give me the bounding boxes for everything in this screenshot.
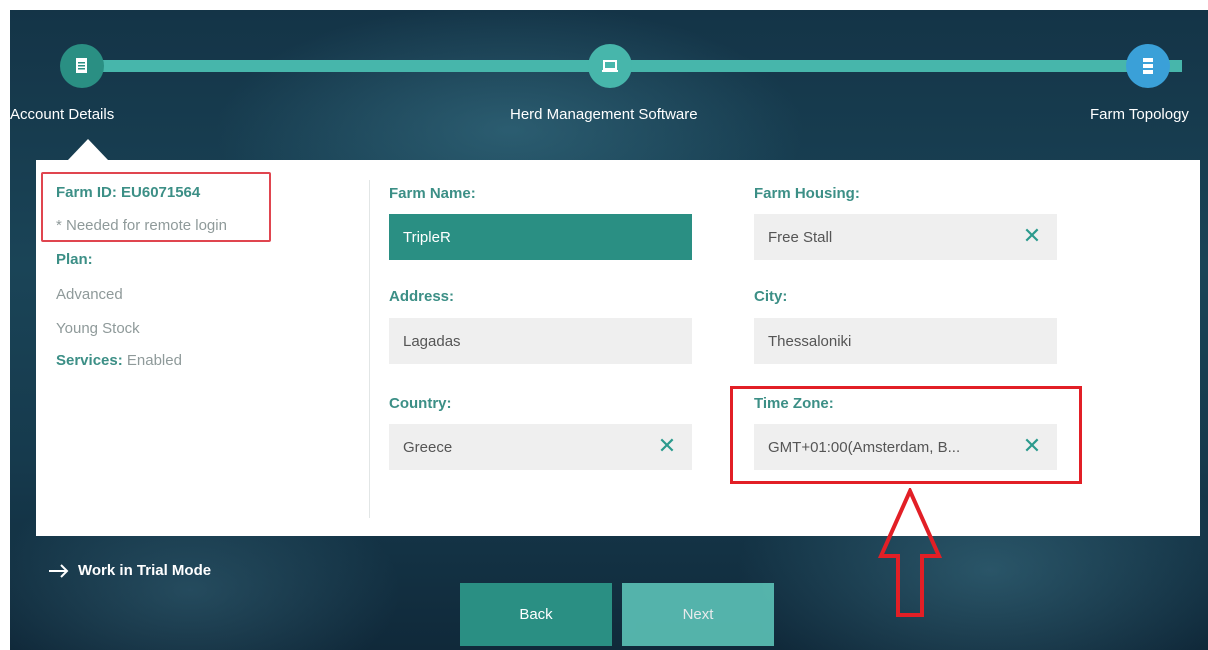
- plan-label: Plan:: [56, 251, 93, 268]
- plan-item: Young Stock: [56, 320, 140, 337]
- trial-mode-link[interactable]: Work in Trial Mode: [48, 562, 211, 579]
- farm-housing-value: Free Stall: [768, 228, 833, 246]
- country-value: Greece: [403, 438, 453, 456]
- city-value: Thessaloniki: [768, 332, 852, 350]
- step-3-circle[interactable]: [1126, 44, 1170, 88]
- active-step-pointer: [68, 139, 108, 160]
- farm-id-highlight: [41, 172, 271, 242]
- address-input[interactable]: Lagadas: [389, 318, 692, 364]
- farm-name-label: Farm Name:: [389, 185, 476, 202]
- close-icon[interactable]: ✕: [1021, 225, 1043, 247]
- document-icon: [76, 58, 87, 73]
- time-zone-highlight: [730, 386, 1082, 484]
- next-button[interactable]: Next: [622, 583, 774, 646]
- step-1-circle[interactable]: [60, 44, 104, 88]
- country-label: Country:: [389, 395, 452, 412]
- arrow-right-icon: [49, 563, 69, 578]
- services-value: Enabled: [126, 352, 182, 369]
- column-divider: [369, 180, 370, 518]
- city-input[interactable]: Thessaloniki: [754, 318, 1057, 364]
- close-icon[interactable]: ✕: [656, 435, 678, 457]
- step-2-circle[interactable]: [588, 44, 632, 88]
- trial-mode-label: Work in Trial Mode: [78, 562, 212, 579]
- address-value: Lagadas: [403, 332, 461, 350]
- step-3-label[interactable]: Farm Topology: [1090, 106, 1189, 123]
- services-label: Services:: [56, 352, 123, 369]
- farm-housing-select[interactable]: Free Stall ✕: [754, 214, 1057, 260]
- country-select[interactable]: Greece ✕: [389, 424, 692, 470]
- step-1-label[interactable]: Account Details: [10, 106, 114, 123]
- services-row: Services: Enabled: [56, 352, 182, 369]
- server-icon: [1143, 58, 1153, 74]
- city-label: City:: [754, 288, 788, 305]
- address-label: Address:: [389, 288, 455, 305]
- farm-name-input[interactable]: TripleR: [389, 214, 692, 260]
- up-arrow-annotation: [878, 488, 942, 617]
- laptop-icon: [602, 60, 618, 72]
- farm-name-value: TripleR: [403, 228, 451, 246]
- back-button[interactable]: Back: [460, 583, 612, 646]
- farm-housing-label: Farm Housing:: [754, 185, 860, 202]
- plan-item: Advanced: [56, 286, 123, 303]
- step-2-label[interactable]: Herd Management Software: [510, 106, 698, 123]
